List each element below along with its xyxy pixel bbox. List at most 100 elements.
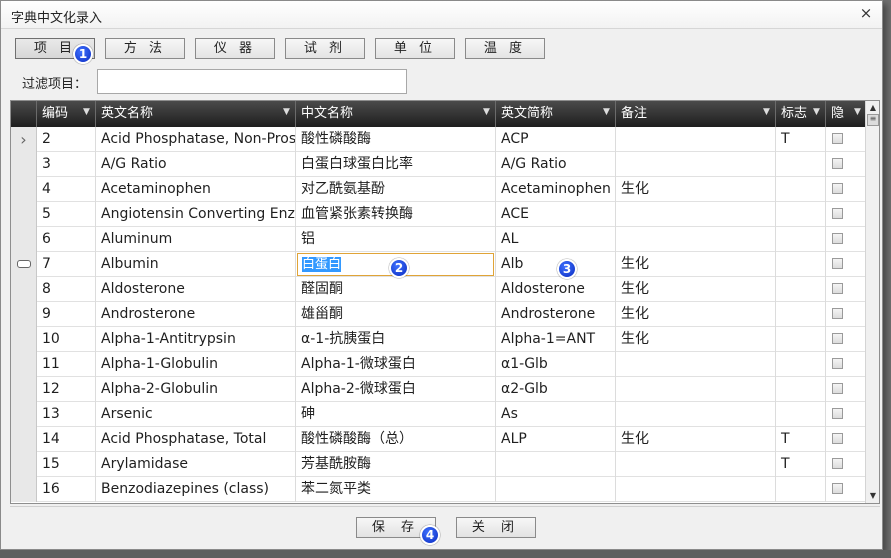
cell-english-name[interactable]: Acid Phosphatase, Non-Prostatic (96, 127, 296, 152)
cell-flag[interactable]: T (776, 127, 826, 152)
row-selector[interactable] (11, 452, 37, 477)
cell-english-name[interactable]: Angiotensin Converting Enzyme (96, 202, 296, 227)
close-button[interactable]: 关 闭 (456, 517, 536, 538)
header-chinese-name[interactable]: 中文名称 ▼ (296, 101, 496, 127)
hidden-checkbox[interactable] (832, 258, 843, 269)
cell-flag[interactable] (776, 202, 826, 227)
cell-note[interactable] (616, 227, 776, 252)
cell-english-name[interactable]: A/G Ratio (96, 152, 296, 177)
cell-note[interactable] (616, 477, 776, 502)
cell-flag[interactable] (776, 402, 826, 427)
table-row[interactable]: 9 Androsterone 雄甾酮 Androsterone 生化 (11, 302, 867, 327)
cell-flag[interactable]: T (776, 452, 826, 477)
cell-note[interactable]: 生化 (616, 327, 776, 352)
cell-abbreviation[interactable] (496, 477, 616, 502)
cell-code[interactable]: 8 (37, 277, 96, 302)
table-row[interactable]: 14 Acid Phosphatase, Total 酸性磷酸酶（总） ALP 生化 T (11, 427, 867, 452)
cell-chinese-name[interactable]: Alpha-1-微球蛋白 (296, 352, 496, 377)
cell-abbreviation[interactable]: Androsterone (496, 302, 616, 327)
filter-icon[interactable]: ▼ (83, 107, 92, 117)
cell-note[interactable] (616, 402, 776, 427)
row-selector[interactable] (11, 177, 37, 202)
cell-code[interactable]: 9 (37, 302, 96, 327)
cell-flag[interactable] (776, 152, 826, 177)
cell-note[interactable]: 生化 (616, 177, 776, 202)
cell-english-name[interactable]: Alpha-1-Globulin (96, 352, 296, 377)
table-row[interactable]: 7 Albumin 白蛋白 Alb 生化 (11, 252, 867, 277)
hidden-checkbox[interactable] (832, 158, 843, 169)
hidden-checkbox[interactable] (832, 408, 843, 419)
cell-english-name[interactable]: Benzodiazepines (class) (96, 477, 296, 502)
cell-abbreviation[interactable]: As (496, 402, 616, 427)
hidden-checkbox[interactable] (832, 483, 843, 494)
cell-chinese-name[interactable]: 酸性磷酸酶（总） (296, 427, 496, 452)
cell-flag[interactable] (776, 302, 826, 327)
cell-chinese-name[interactable]: 雄甾酮 (296, 302, 496, 327)
cell-english-name[interactable]: Aldosterone (96, 277, 296, 302)
row-selector[interactable] (11, 427, 37, 452)
cell-chinese-name[interactable]: 醛固酮 (296, 277, 496, 302)
cell-code[interactable]: 14 (37, 427, 96, 452)
cell-english-name[interactable]: Aluminum (96, 227, 296, 252)
scroll-up-icon[interactable]: ▲ (867, 102, 879, 114)
filter-icon[interactable]: ▼ (763, 107, 772, 117)
cell-abbreviation[interactable]: AL (496, 227, 616, 252)
cell-abbreviation[interactable] (496, 452, 616, 477)
cell-chinese-name[interactable]: 苯二氮平类 (296, 477, 496, 502)
cell-note[interactable]: 生化 (616, 277, 776, 302)
cell-code[interactable]: 16 (37, 477, 96, 502)
row-selector[interactable] (11, 252, 37, 277)
table-row[interactable]: 4 Acetaminophen 对乙酰氨基酚 Acetaminophen 生化 (11, 177, 867, 202)
tab-reagents[interactable]: 试 剂 (285, 38, 365, 59)
cell-flag[interactable] (776, 252, 826, 277)
table-row[interactable]: 3 A/G Ratio 白蛋白球蛋白比率 A/G Ratio (11, 152, 867, 177)
cell-chinese-name[interactable]: 白蛋白球蛋白比率 (296, 152, 496, 177)
row-selector[interactable] (11, 277, 37, 302)
filter-icon[interactable]: ▼ (854, 107, 863, 117)
cell-abbreviation[interactable]: Acetaminophen (496, 177, 616, 202)
cell-note[interactable] (616, 152, 776, 177)
tab-temperature[interactable]: 温 度 (465, 38, 545, 59)
cell-abbreviation[interactable]: ACP (496, 127, 616, 152)
table-row[interactable]: 15 Arylamidase 芳基酰胺酶 T (11, 452, 867, 477)
table-row[interactable]: 8 Aldosterone 醛固酮 Aldosterone 生化 (11, 277, 867, 302)
row-selector[interactable] (11, 227, 37, 252)
filter-icon[interactable]: ▼ (813, 107, 822, 117)
tab-methods[interactable]: 方 法 (105, 38, 185, 59)
row-selector[interactable] (11, 152, 37, 177)
cell-note[interactable]: 生化 (616, 302, 776, 327)
cell-english-name[interactable]: Acid Phosphatase, Total (96, 427, 296, 452)
header-english-name[interactable]: 英文名称 ▼ (96, 101, 296, 127)
cell-flag[interactable] (776, 327, 826, 352)
table-row[interactable]: 13 Arsenic 砷 As (11, 402, 867, 427)
cell-chinese-name[interactable]: 铝 (296, 227, 496, 252)
cell-chinese-name[interactable]: 芳基酰胺酶 (296, 452, 496, 477)
cell-flag[interactable] (776, 177, 826, 202)
cell-chinese-name[interactable]: α-1-抗胰蛋白 (296, 327, 496, 352)
cell-code[interactable]: 12 (37, 377, 96, 402)
cell-note[interactable]: 生化 (616, 427, 776, 452)
hidden-checkbox[interactable] (832, 308, 843, 319)
cell-abbreviation[interactable]: Alpha-1=ANT (496, 327, 616, 352)
cell-code[interactable]: 4 (37, 177, 96, 202)
cell-english-name[interactable]: Androsterone (96, 302, 296, 327)
cell-english-name[interactable]: Arylamidase (96, 452, 296, 477)
cell-flag[interactable] (776, 227, 826, 252)
cell-flag[interactable] (776, 277, 826, 302)
row-selector[interactable] (11, 477, 37, 502)
cell-flag[interactable] (776, 352, 826, 377)
header-note[interactable]: 备注 ▼ (616, 101, 776, 127)
cell-note[interactable] (616, 452, 776, 477)
table-row[interactable]: 6 Aluminum 铝 AL (11, 227, 867, 252)
cell-note[interactable] (616, 377, 776, 402)
cell-note[interactable] (616, 202, 776, 227)
hidden-checkbox[interactable] (832, 208, 843, 219)
cell-chinese-name[interactable]: 对乙酰氨基酚 (296, 177, 496, 202)
cell-note[interactable]: 生化 (616, 252, 776, 277)
tab-instruments[interactable]: 仪 器 (195, 38, 275, 59)
row-selector[interactable]: › (11, 127, 37, 152)
hidden-checkbox[interactable] (832, 233, 843, 244)
cell-flag[interactable]: T (776, 427, 826, 452)
hidden-checkbox[interactable] (832, 283, 843, 294)
hidden-checkbox[interactable] (832, 133, 843, 144)
